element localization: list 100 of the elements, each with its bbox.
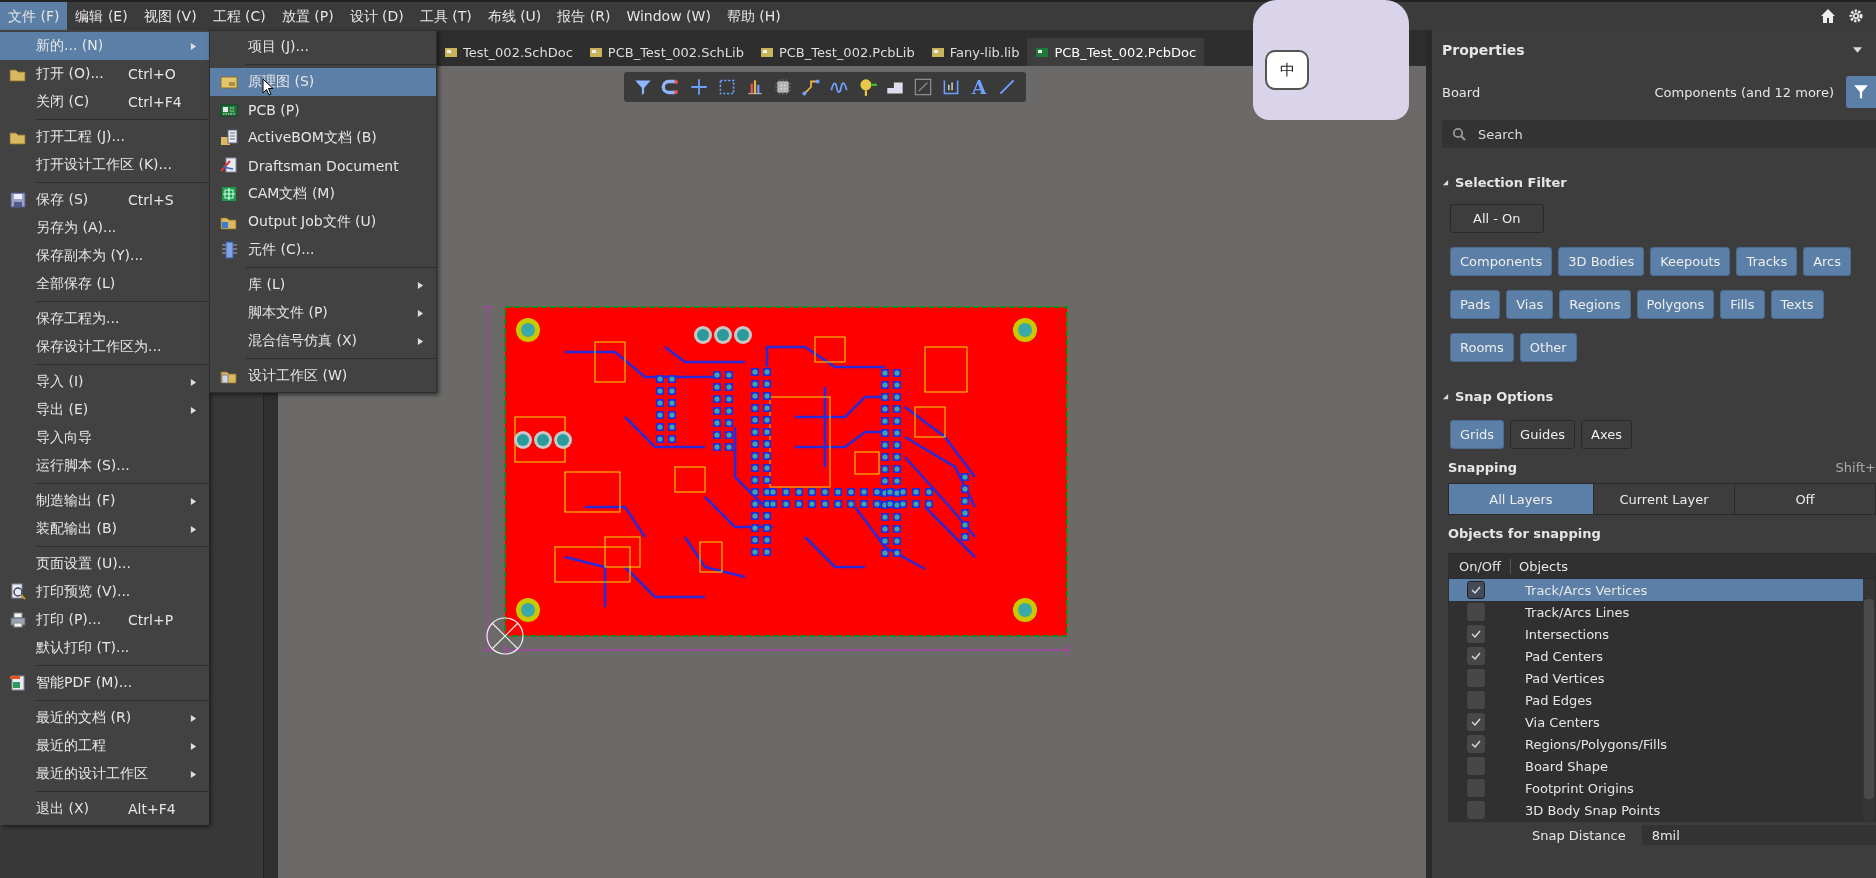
menu-item[interactable]: 最近的文档 (R) bbox=[0, 704, 209, 732]
table-row[interactable]: Footprint Origins bbox=[1449, 777, 1863, 799]
menu-bar-item[interactable]: 帮助 (H) bbox=[718, 2, 789, 30]
menu-item[interactable]: 保存 (S) Ctrl+S bbox=[0, 186, 209, 214]
table-row[interactable]: 3D Body Snap Points bbox=[1449, 799, 1863, 821]
home-icon[interactable] bbox=[1820, 8, 1836, 24]
menu-bar-item[interactable]: 编辑 (E) bbox=[67, 2, 136, 30]
menu-item[interactable]: 设计工作区 (W) bbox=[210, 362, 436, 390]
filter-toggle[interactable]: Rooms bbox=[1450, 333, 1514, 362]
menu-item[interactable]: 另存为 (A)... bbox=[0, 214, 209, 242]
document-tab[interactable]: PCB_Test_002.PcbDoc bbox=[1027, 38, 1205, 66]
menu-item[interactable]: 导入 (I) bbox=[0, 368, 209, 396]
filter-toggle[interactable]: Polygons bbox=[1636, 290, 1715, 319]
search-input[interactable]: Search bbox=[1476, 125, 1876, 143]
search-field[interactable]: Search bbox=[1442, 120, 1876, 148]
table-row[interactable]: Track/Arcs Lines bbox=[1449, 601, 1863, 623]
menu-item[interactable]: 打开工程 (J)... bbox=[0, 123, 209, 151]
menu-item[interactable]: 关闭 (C) Ctrl+F4 bbox=[0, 88, 209, 116]
table-row[interactable]: Regions/Polygons/Fills bbox=[1449, 733, 1863, 755]
table-row[interactable]: Via Centers bbox=[1449, 711, 1863, 733]
checkbox[interactable] bbox=[1467, 713, 1485, 731]
filter-toggle[interactable]: 3D Bodies bbox=[1558, 247, 1645, 276]
menu-item[interactable]: 导出 (E) bbox=[0, 396, 209, 424]
menu-item[interactable]: 元件 (C)... bbox=[210, 236, 436, 264]
menu-item[interactable]: 默认打印 (T)... bbox=[0, 634, 209, 662]
menu-item[interactable]: 项目 (J)... bbox=[210, 33, 436, 61]
segment-button[interactable]: All Layers bbox=[1449, 484, 1594, 514]
table-row[interactable]: Pad Edges bbox=[1449, 689, 1863, 711]
menu-item[interactable]: 页面设置 (U)... bbox=[0, 550, 209, 578]
table-row[interactable]: Board Shape bbox=[1449, 755, 1863, 777]
shortcut-label: Ctrl+P bbox=[128, 612, 174, 628]
checkbox[interactable] bbox=[1467, 735, 1485, 753]
filter-toggle[interactable]: Vias bbox=[1506, 290, 1554, 319]
menu-item[interactable]: 制造输出 (F) bbox=[0, 487, 209, 515]
menu-item[interactable]: Output Job文件 (U) bbox=[210, 208, 436, 236]
snap-toggle[interactable]: Guides bbox=[1510, 420, 1575, 449]
document-tab[interactable]: PCB_Test_002.SchLib bbox=[580, 38, 752, 66]
menu-item[interactable]: 全部保存 (L) bbox=[0, 270, 209, 298]
menu-item[interactable]: 运行脚本 (S)... bbox=[0, 452, 209, 480]
line-box-icon[interactable] bbox=[912, 76, 934, 98]
checkbox[interactable] bbox=[1467, 625, 1485, 643]
document-tab[interactable]: Test_002.SchDoc bbox=[436, 38, 581, 66]
menu-item[interactable]: 打印预览 (V)... bbox=[0, 578, 209, 606]
settings-icon[interactable] bbox=[1848, 8, 1864, 24]
menu-item[interactable]: 保存工程为... bbox=[0, 305, 209, 333]
chip-icon[interactable] bbox=[772, 76, 794, 98]
menu-item[interactable]: 脚本文件 (P) bbox=[210, 299, 436, 327]
menu-bar-item[interactable]: 工程 (C) bbox=[204, 2, 274, 30]
menu-item[interactable]: 装配输出 (B) bbox=[0, 515, 209, 543]
text-tool-button[interactable]: A bbox=[968, 76, 990, 98]
filter-toggle[interactable]: Regions bbox=[1559, 290, 1631, 319]
snap-distance-field[interactable]: 8mil bbox=[1641, 825, 1876, 845]
menu-item[interactable]: 最近的设计工作区 bbox=[0, 760, 209, 788]
menu-item[interactable]: Draftsman Document bbox=[210, 152, 436, 180]
menu-item[interactable]: 打开 (O)... Ctrl+O bbox=[0, 60, 209, 88]
filter-toggle[interactable]: Texts bbox=[1770, 290, 1824, 319]
menu-item[interactable]: 退出 (X) Alt+F4 bbox=[0, 795, 209, 823]
menu-bar-item[interactable]: 设计 (D) bbox=[341, 2, 412, 30]
section-header[interactable]: Selection Filter bbox=[1442, 172, 1876, 192]
table-row[interactable]: Intersections bbox=[1449, 623, 1863, 645]
menu-bar-item[interactable]: 布线 (U) bbox=[479, 2, 550, 30]
menu-bar-item[interactable]: 视图 (V) bbox=[135, 2, 205, 30]
filter-toggle[interactable]: Fills bbox=[1720, 290, 1765, 319]
menu-item[interactable]: CAM文档 (M) bbox=[210, 180, 436, 208]
menu-item[interactable]: 打印 (P)... Ctrl+P bbox=[0, 606, 209, 634]
checkbox[interactable] bbox=[1467, 581, 1485, 599]
snap-toggle[interactable]: Axes bbox=[1581, 420, 1632, 449]
filter-button[interactable] bbox=[1846, 76, 1876, 108]
menu-item[interactable]: 最近的工程 bbox=[0, 732, 209, 760]
filter-toggle[interactable]: Keepouts bbox=[1650, 247, 1731, 276]
filter-toggle[interactable]: Tracks bbox=[1736, 247, 1798, 276]
menu-bar-item[interactable]: 报告 (R) bbox=[549, 2, 619, 30]
document-tab[interactable]: Fany-lib.lib bbox=[922, 38, 1028, 66]
menu-item[interactable]: 智能PDF (M)... bbox=[0, 669, 209, 697]
filter-toggle[interactable]: Components bbox=[1450, 247, 1553, 276]
table-row[interactable]: Pad Centers bbox=[1449, 645, 1863, 667]
scrollbar[interactable] bbox=[1863, 579, 1875, 821]
menu-item[interactable]: 保存副本为 (Y)... bbox=[0, 242, 209, 270]
snap-toggle[interactable]: Grids bbox=[1450, 420, 1505, 449]
menu-item[interactable]: 导入向导 bbox=[0, 424, 209, 452]
filter-toggle[interactable]: Pads bbox=[1450, 290, 1501, 319]
table-row[interactable]: Pad Vertices bbox=[1449, 667, 1863, 689]
crosshair-icon[interactable] bbox=[688, 76, 710, 98]
menu-item[interactable]: 保存设计工作区为... bbox=[0, 333, 209, 361]
ime-indicator[interactable]: 中 bbox=[1265, 50, 1309, 90]
checkbox[interactable] bbox=[1467, 647, 1485, 665]
filter-toggle[interactable]: Arcs bbox=[1803, 247, 1852, 276]
menu-bar-item[interactable]: 放置 (P) bbox=[273, 2, 342, 30]
all-on-button[interactable]: All - On bbox=[1450, 204, 1544, 233]
menu-item[interactable]: 打开设计工作区 (K)... bbox=[0, 151, 209, 179]
dropdown-arrow-icon[interactable] bbox=[1853, 47, 1862, 53]
menu-item[interactable]: PCB (P) bbox=[210, 96, 436, 124]
document-tab[interactable]: PCB_Test_002.PcbLib bbox=[751, 38, 923, 66]
menu-item[interactable]: 混合信号仿真 (X) bbox=[210, 327, 436, 355]
menu-bar-item[interactable]: 工具 (T) bbox=[411, 2, 480, 30]
menu-item[interactable]: 库 (L) bbox=[210, 271, 436, 299]
menu-item[interactable]: ActiveBOM文档 (B) bbox=[210, 124, 436, 152]
filter-toggle[interactable]: Other bbox=[1519, 333, 1577, 362]
menu-bar-item[interactable]: Window (W) bbox=[618, 2, 719, 30]
section-header[interactable]: Snap Options bbox=[1442, 386, 1876, 406]
